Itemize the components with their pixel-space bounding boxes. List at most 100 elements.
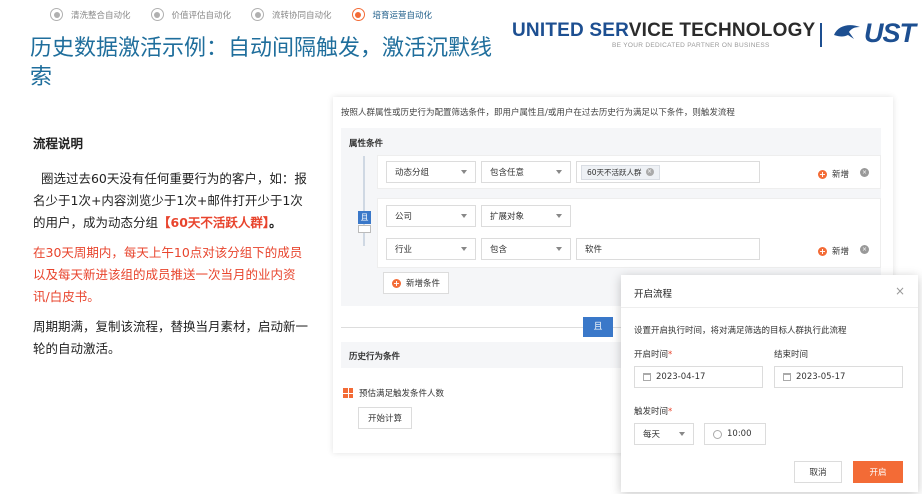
highlight-group: 【60天不活跃人群】 <box>158 215 270 230</box>
plus-icon: + <box>818 169 827 179</box>
start-date-picker[interactable]: 2023-04-17 <box>634 366 763 388</box>
start-time-label: 开启时间* <box>634 348 672 360</box>
plus-icon: + <box>392 278 401 288</box>
step-label: 培育运营自动化 <box>372 10 433 21</box>
trigger-time-label: 触发时间* <box>634 405 672 417</box>
explanation-heading: 流程说明 <box>33 136 84 151</box>
time-value: 10:00 <box>727 429 752 439</box>
modal-title: 开启流程 <box>634 289 673 300</box>
radio-icon <box>50 8 63 21</box>
delete-icon[interactable]: × <box>860 168 869 177</box>
brand: UNITED SERVICE TECHNOLOGY BE YOUR DEDICA… <box>512 20 815 49</box>
delete-icon[interactable]: × <box>860 245 869 254</box>
step-label: 清洗整合自动化 <box>71 10 131 21</box>
close-icon[interactable]: × <box>895 284 905 298</box>
chevron-down-icon <box>556 247 562 251</box>
required-mark: * <box>668 350 673 360</box>
modal-divider <box>621 307 918 308</box>
radio-icon <box>150 8 164 21</box>
operator-select-value: 包含 <box>490 245 508 255</box>
value-tag-input[interactable]: 60天不活跃人群 × <box>576 161 760 183</box>
value-input[interactable]: 软件 <box>576 238 760 260</box>
brand-name-part1: UNITED SER <box>512 20 629 41</box>
page-title: 历史数据激活示例：自动间隔触发，激活沉默线索 <box>30 36 493 90</box>
history-title: 历史行为条件 <box>349 352 401 362</box>
calendar-icon <box>783 373 791 381</box>
chevron-down-icon <box>461 214 467 218</box>
brand-divider <box>820 23 822 47</box>
brand-name-part2: VICE TECHNOLOGY <box>628 20 816 41</box>
process-explanation: 流程说明 圈选过去60天没有任何重要行为的客户，如：报名少于1次+内容浏览少于1… <box>33 133 308 368</box>
modal-instruction: 设置开启执行时间，将对满足筛选的目标人群执行此流程 <box>634 326 847 336</box>
plus-icon: + <box>818 246 827 256</box>
time-picker[interactable]: 10:00 <box>704 423 766 445</box>
frequency-select[interactable]: 每天 <box>634 423 694 445</box>
estimate-row: 预估满足触发条件人数 <box>343 387 444 399</box>
panel-description: 按照人群属性或历史行为配置筛选条件，即用户属性且/或用户在过去历史行为满足以下条… <box>341 108 735 118</box>
add-label: 新增 <box>832 170 850 180</box>
start-time-label-text: 开启时间 <box>634 350 669 360</box>
step-valuation[interactable]: 价值评估自动化 <box>150 8 232 21</box>
condition-group-2: 公司 扩展对象 行业 包含 软件 + 新增 × <box>377 198 881 268</box>
field-select-value: 公司 <box>395 212 413 222</box>
condition-group-1: 动态分组 包含任意 60天不活跃人群 × + 新增 × <box>377 155 881 189</box>
or-badge[interactable] <box>358 225 371 233</box>
brand-name: UNITED SERVICE TECHNOLOGY <box>512 20 815 42</box>
start-date-value: 2023-04-17 <box>656 372 706 382</box>
add-label: 新增 <box>832 247 850 257</box>
operator-select-value: 包含任意 <box>490 168 525 178</box>
field-select[interactable]: 公司 <box>386 205 476 227</box>
required-mark: * <box>668 407 673 417</box>
logo-text: UST <box>864 18 916 48</box>
ust-logo: UST <box>832 18 916 49</box>
and-badge[interactable]: 且 <box>358 211 371 224</box>
explanation-paragraph-3: 周期期满，复制该流程，替换当月素材，启动新一轮的自动激活。 <box>33 319 309 356</box>
value-input-text: 软件 <box>585 245 603 255</box>
operator-select[interactable]: 包含任意 <box>481 161 571 183</box>
end-time-label: 结束时间 <box>774 350 809 360</box>
field-select-value: 行业 <box>395 245 413 255</box>
dolphin-icon <box>834 24 860 39</box>
field-select[interactable]: 行业 <box>386 238 476 260</box>
brand-tagline: BE YOUR DEDICATED PARTNER ON BUSINESS <box>612 42 770 49</box>
start-button[interactable]: 开启 <box>853 461 903 483</box>
operator-select[interactable]: 包含 <box>481 238 571 260</box>
tag-label: 60天不活跃人群 <box>587 167 642 177</box>
step-cleaning[interactable]: 清洗整合自动化 <box>50 8 131 21</box>
grid-icon <box>343 388 353 398</box>
cancel-button[interactable]: 取消 <box>794 461 842 483</box>
step-label: 价值评估自动化 <box>171 10 232 21</box>
step-nurture[interactable]: 培育运营自动化 <box>351 8 433 21</box>
operator-select-value: 扩展对象 <box>490 212 525 222</box>
field-select[interactable]: 动态分组 <box>386 161 476 183</box>
start-flow-modal: 开启流程 × 设置开启执行时间，将对满足筛选的目标人群执行此流程 开启时间* 结… <box>621 275 918 492</box>
operator-select[interactable]: 扩展对象 <box>481 205 571 227</box>
chevron-down-icon <box>461 247 467 251</box>
step-label: 流转协同自动化 <box>272 10 332 21</box>
end-date-picker[interactable]: 2023-05-17 <box>774 366 903 388</box>
step-flow[interactable]: 流转协同自动化 <box>251 8 332 21</box>
automation-steps: 清洗整合自动化 价值评估自动化 流转协同自动化 培育运营自动化 <box>50 8 432 21</box>
radio-icon <box>351 8 365 21</box>
add-condition-group-button[interactable]: + 新增条件 <box>383 272 450 294</box>
add-condition-button[interactable]: + 新增 <box>818 245 849 257</box>
start-calculation-button[interactable]: 开始计算 <box>358 407 413 429</box>
chevron-down-icon <box>556 214 562 218</box>
add-condition-label: 新增条件 <box>406 279 441 289</box>
trigger-time-label-text: 触发时间 <box>634 407 669 417</box>
remove-tag-icon[interactable]: × <box>645 168 654 176</box>
and-toggle-button[interactable]: 且 <box>583 317 613 337</box>
end-date-value: 2023-05-17 <box>796 372 846 382</box>
clock-icon <box>713 429 722 439</box>
add-condition-button[interactable]: + 新增 <box>818 168 849 180</box>
chevron-down-icon <box>556 170 562 174</box>
group-tag[interactable]: 60天不活跃人群 × <box>581 164 660 180</box>
chevron-down-icon <box>461 170 467 174</box>
explanation-end: 。 <box>269 215 282 230</box>
explanation-paragraph-2: 在30天周期内，每天上午10点对该分组下的成员以及每天新进该组的成员推送一次当月… <box>33 245 303 304</box>
radio-icon <box>251 8 265 21</box>
calendar-icon <box>643 373 651 381</box>
estimate-label: 预估满足触发条件人数 <box>359 389 445 399</box>
chevron-down-icon <box>679 432 685 436</box>
frequency-value: 每天 <box>643 430 661 440</box>
